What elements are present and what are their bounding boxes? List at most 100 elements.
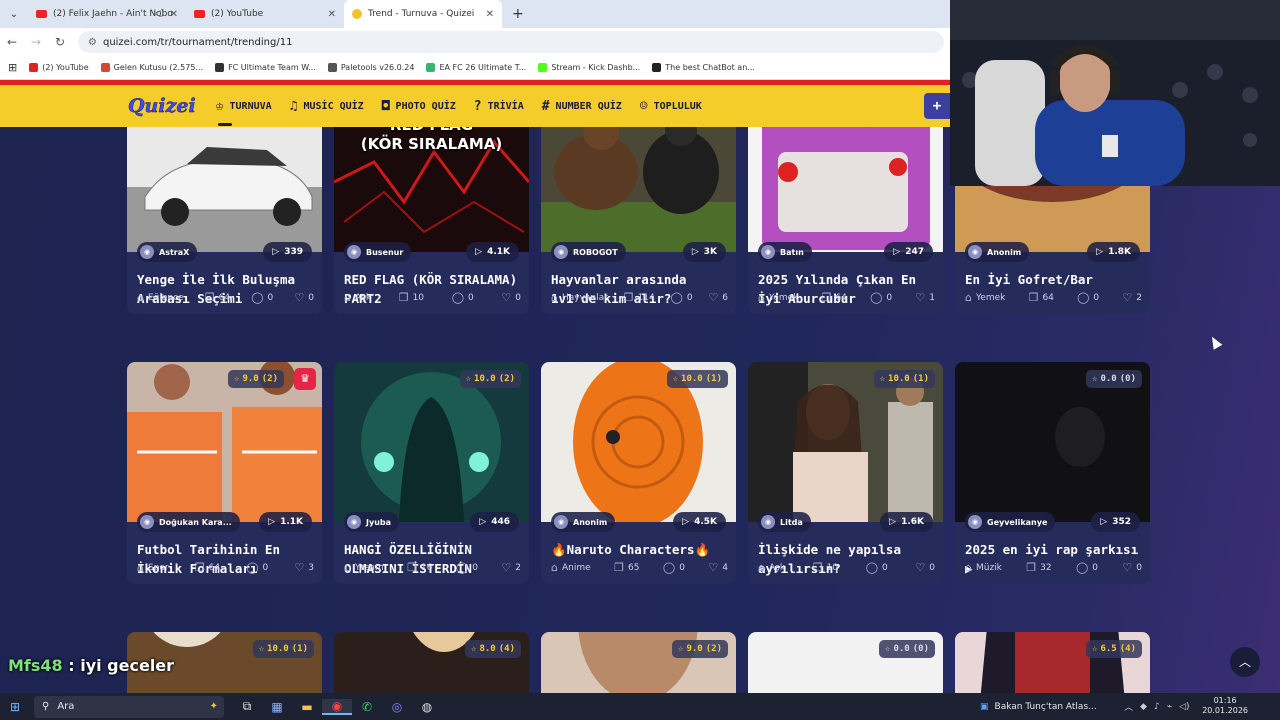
bookmark-favicon-icon bbox=[426, 63, 436, 72]
rating-value: 9.0 bbox=[686, 644, 703, 654]
author-badge[interactable]: ◉ Busenur bbox=[344, 242, 412, 262]
taskbar-clock[interactable]: 01:16 20.01.2026 bbox=[1202, 696, 1248, 716]
play-count-badge[interactable]: ▷ 4.1K bbox=[466, 242, 519, 262]
tournament-card[interactable]: ☆ 9.0 (2) ♛ ◉ Doğukan Kara... ▷ 1.1K Futbol Tari… bbox=[127, 362, 322, 584]
url-field[interactable]: ⚙ quizei.com/tr/tournament/trending/11 bbox=[78, 31, 944, 53]
author-badge[interactable]: ◉ Geyvelikanye bbox=[965, 512, 1056, 532]
play-count-badge[interactable]: ▷ 446 bbox=[470, 512, 519, 532]
chrome-icon[interactable]: ◉ bbox=[322, 698, 352, 715]
tag-icon: ⌂ bbox=[551, 561, 558, 574]
file-explorer-icon[interactable]: ▬ bbox=[292, 700, 322, 714]
bookmark-item[interactable]: Stream - Kick Dashb... bbox=[538, 63, 640, 72]
author-badge[interactable]: ◉ Batın bbox=[758, 242, 812, 262]
tournament-card[interactable]: ☆ 0.0 (0) ◉ Geyvelikanye ▷ 352 2025 en iyi rap … bbox=[955, 362, 1150, 584]
bookmark-item[interactable]: EA FC 26 Ultimate T... bbox=[426, 63, 526, 72]
play-count-badge[interactable]: ▷ 1.8K bbox=[1087, 242, 1140, 262]
nav-label: TOPLULUK bbox=[653, 100, 702, 112]
nav-question[interactable]: ? TRİVİA bbox=[474, 99, 524, 114]
scroll-to-top-button[interactable]: ︿ bbox=[1230, 647, 1260, 677]
bookmark-item[interactable]: Gelen Kutusu (2.575... bbox=[100, 63, 203, 72]
author-badge[interactable]: ◉ Anonim bbox=[965, 242, 1030, 262]
card-title[interactable]: En İyi Gofret/Bar bbox=[965, 270, 1143, 289]
play-count-badge[interactable]: ▷ 339 bbox=[263, 242, 312, 262]
rating-badge: ☆ 6.5 (4) bbox=[1086, 640, 1142, 658]
author-badge[interactable]: ◉ ROBOGOT bbox=[551, 242, 626, 262]
bookmark-item[interactable]: FC Ultimate Team W... bbox=[215, 63, 316, 72]
windows-start-icon[interactable]: ⊞ bbox=[0, 700, 30, 714]
author-badge[interactable]: ◉ Litda bbox=[758, 512, 811, 532]
tournament-card[interactable]: ☆ 6.5 (4) bbox=[955, 632, 1150, 693]
back-icon[interactable]: ← bbox=[0, 35, 24, 49]
author-badge[interactable]: ◉ Anonim bbox=[551, 512, 616, 532]
bookmark-item[interactable]: (2) YouTube bbox=[29, 63, 89, 72]
bookmark-item[interactable]: The best ChatBot an... bbox=[652, 63, 755, 72]
nav-camera[interactable]: ◘ PHOTO QUİZ bbox=[382, 99, 456, 114]
play-count-badge[interactable]: ▷ 352 bbox=[1091, 512, 1140, 532]
reload-icon[interactable]: ↻ bbox=[48, 35, 72, 49]
card-title[interactable]: 🔥Naruto Characters🔥 bbox=[551, 540, 729, 559]
news-widget[interactable]: ▣ Bakan Tunç'tan Atlas... bbox=[980, 693, 1097, 720]
discord-icon[interactable]: ◎ bbox=[382, 700, 412, 714]
author-badge[interactable]: ◉ Doğukan Kara... bbox=[137, 512, 240, 532]
url-text: quizei.com/tr/tournament/trending/11 bbox=[102, 36, 293, 48]
new-tab-button[interactable]: + bbox=[502, 6, 534, 22]
close-tab-icon[interactable]: ✕ bbox=[328, 9, 336, 20]
nav-hash[interactable]: # NUMBER QUİZ bbox=[542, 99, 622, 114]
tab-quizei[interactable]: Trend - Turnuva - Quizei ✕ bbox=[344, 0, 502, 28]
tab-youtube-music[interactable]: (2) Felix Jaehn - Ain't Nobo ◁) ✕ bbox=[28, 0, 186, 28]
tray-app-icon[interactable]: ◆ bbox=[1140, 702, 1147, 712]
card-thumbnail[interactable] bbox=[127, 362, 322, 522]
card-thumbnail[interactable] bbox=[541, 127, 736, 252]
site-info-icon[interactable]: ⚙ bbox=[88, 37, 97, 48]
network-icon[interactable]: ⌁ bbox=[1167, 702, 1172, 712]
tab-youtube[interactable]: (2) YouTube ✕ bbox=[186, 0, 344, 28]
tournament-card[interactable]: ☆ 10.0 (1) ◉ Anonim ▷ 4.5K 🔥Naruto Characters🔥 ⌂… bbox=[541, 362, 736, 584]
play-count: 446 bbox=[491, 517, 510, 527]
whatsapp-icon[interactable]: ✆ bbox=[352, 700, 382, 714]
create-button[interactable]: + bbox=[924, 93, 950, 119]
volume-icon[interactable]: ◁) bbox=[1179, 702, 1189, 712]
tournament-card[interactable]: RED FLAG (KÖR SIRALAMA)◉Busenur▷4.1KRED … bbox=[334, 127, 529, 314]
play-count-badge[interactable]: ▷ 4.5K bbox=[673, 512, 726, 532]
calculator-icon[interactable]: ▦ bbox=[262, 700, 292, 714]
author-badge[interactable]: ◉ Jyuba bbox=[344, 512, 400, 532]
system-tray: ︿ ◆ ♪ ⌁ ◁) bbox=[1124, 693, 1190, 720]
nav-users[interactable]: ☺ TOPLULUK bbox=[640, 99, 702, 114]
tournament-grid: ︿ ︿ ◉AstraX▷339Yenge İle İlk Buluşma Ara… bbox=[0, 127, 1280, 693]
images-icon: ❐ bbox=[821, 291, 832, 304]
tray-chevron-icon[interactable]: ︿ bbox=[1124, 700, 1133, 713]
speaker-icon[interactable]: ◁) bbox=[154, 9, 164, 19]
play-count-badge[interactable]: ▷ 247 bbox=[884, 242, 933, 262]
meta-items-value: 10 bbox=[412, 292, 425, 303]
microphone-icon[interactable]: ♪ bbox=[1154, 702, 1160, 712]
obs-icon[interactable]: ◍ bbox=[412, 700, 442, 714]
meta-comments-value: 0 bbox=[1093, 292, 1100, 303]
play-count-badge[interactable]: ▷ 1.1K bbox=[259, 512, 312, 532]
card-thumbnail[interactable] bbox=[127, 127, 322, 252]
tournament-card[interactable]: ◉ AstraX ▷ 339 Yenge İle İlk Buluşma Arabası… bbox=[127, 127, 322, 314]
tournament-card[interactable]: ☆ 0.0 (0) bbox=[748, 632, 943, 693]
close-tab-icon[interactable]: ✕ bbox=[486, 9, 494, 20]
tournament-card[interactable]: ☆ 10.0 (1) ◉ Litda ▷ 1.6K İlişkide ne yapılsa a… bbox=[748, 362, 943, 584]
quizei-logo[interactable]: Quizei bbox=[128, 95, 196, 118]
tab-search-icon[interactable]: ⌄ bbox=[0, 9, 28, 20]
bookmark-item[interactable]: Paletools v26.0.24 bbox=[327, 63, 414, 72]
taskbar-search[interactable]: ⚲ Ara ✦ bbox=[34, 695, 224, 718]
rating-badge: ☆ 0.0 (0) bbox=[1086, 370, 1142, 388]
apps-icon[interactable]: ⊞ bbox=[8, 61, 17, 74]
author-badge[interactable]: ◉ AstraX bbox=[137, 242, 198, 262]
nav-trophy[interactable]: ♔ TURNUVA bbox=[216, 99, 272, 126]
play-count-badge[interactable]: ▷ 3K bbox=[682, 242, 726, 262]
meta-category: ⌂ Aşk bbox=[758, 561, 785, 574]
tournament-card[interactable]: ☆ 10.0 (2) ◉ Jyuba ▷ 446 HANGİ ÖZELLİĞİNİN OLMA… bbox=[334, 362, 529, 584]
play-count-badge[interactable]: ▷ 1.6K bbox=[880, 512, 933, 532]
close-tab-icon[interactable]: ✕ bbox=[170, 9, 178, 20]
tournament-card[interactable]: ☆ 9.0 (2) bbox=[541, 632, 736, 693]
card-thumbnail[interactable] bbox=[748, 127, 943, 252]
tournament-card[interactable]: Gong◉Batın▷2472025 Yılında Çıkan En İyi … bbox=[748, 127, 943, 314]
task-view-icon[interactable]: ⧉ bbox=[232, 699, 262, 714]
tournament-card[interactable]: ☆ 8.0 (4) bbox=[334, 632, 529, 693]
tournament-card[interactable]: ◉ ROBOGOT ▷ 3K Hayvanlar arasında 1v1'de kim… bbox=[541, 127, 736, 314]
forward-icon[interactable]: → bbox=[24, 35, 48, 49]
nav-music[interactable]: ♫ MUSİC QUİZ bbox=[290, 99, 364, 114]
